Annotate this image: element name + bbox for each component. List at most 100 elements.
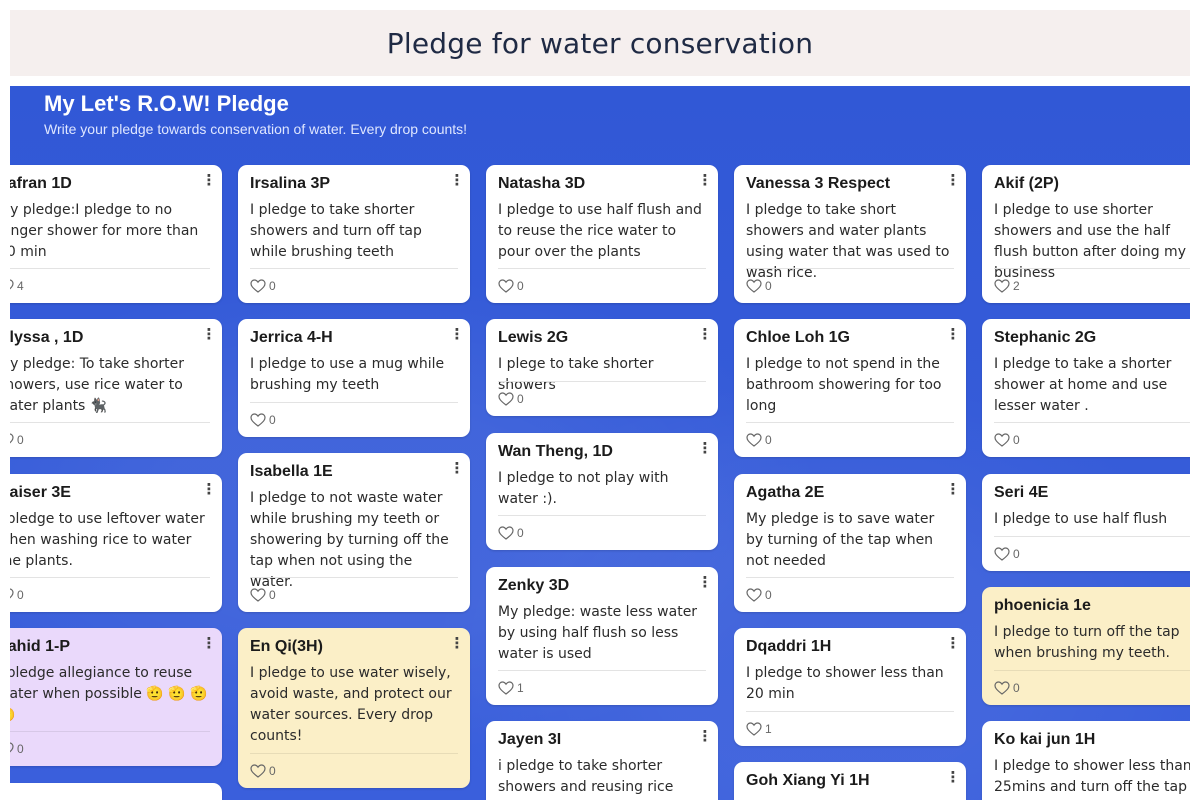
heart-icon[interactable] <box>994 279 1010 293</box>
more-options-icon[interactable]: ⋮ <box>450 325 465 343</box>
card-author: Ko kai jun 1H <box>994 731 1096 748</box>
pledge-card[interactable]: Zenky 3D ⋮ My pledge: waste less water b… <box>486 567 718 705</box>
more-options-icon[interactable]: ⋮ <box>698 325 713 343</box>
pledge-card[interactable]: Lewis 2G ⋮ I plege to take shorter showe… <box>486 319 718 416</box>
more-options-icon[interactable]: ⋮ <box>450 459 465 477</box>
more-options-icon[interactable]: ⋮ <box>698 573 713 591</box>
heart-icon[interactable] <box>498 681 514 695</box>
card-author: Agatha 2E <box>746 484 825 501</box>
pledge-card[interactable]: Zahid 1-P ⋮ I pledge allegiance to reuse… <box>10 628 222 766</box>
heart-icon[interactable] <box>746 588 762 602</box>
card-footer: 0 <box>746 577 954 612</box>
more-options-icon[interactable]: ⋮ <box>698 171 713 189</box>
card-author: Isabella 1E <box>250 463 333 480</box>
more-options-icon[interactable]: ⋮ <box>946 634 961 652</box>
pledge-card[interactable]: Goh Xiang Yi 1H ⋮ <box>734 762 966 800</box>
more-options-icon[interactable]: ⋮ <box>698 439 713 457</box>
more-options-icon[interactable]: ⋮ <box>698 727 713 745</box>
heart-icon[interactable] <box>498 526 514 540</box>
pledge-card[interactable]: Agatha 2E ⋮ My pledge is to save water b… <box>734 474 966 612</box>
card-footer: 0 <box>498 515 706 550</box>
more-options-icon[interactable]: ⋮ <box>946 768 961 786</box>
more-options-icon[interactable]: ⋮ <box>202 325 217 343</box>
heart-icon[interactable] <box>746 722 762 736</box>
heart-icon[interactable] <box>10 588 14 602</box>
heart-icon[interactable] <box>250 279 266 293</box>
card-text: My pledge: waste less water by using hal… <box>498 604 698 662</box>
card-text: I pledge to use half flush <box>994 511 1168 527</box>
heart-icon[interactable] <box>10 742 14 756</box>
card-author: Chloe Loh 1G <box>746 329 850 346</box>
more-options-icon[interactable]: ⋮ <box>946 171 961 189</box>
more-options-icon[interactable]: ⋮ <box>450 634 465 652</box>
card-author: Wan Theng, 1D <box>498 443 613 460</box>
card-footer: 0 <box>994 670 1190 705</box>
card-text: I pledge allegiance to reuse water when … <box>10 665 208 723</box>
pledge-card[interactable]: Irsalina 3P ⋮ I pledge to take shorter s… <box>238 165 470 303</box>
more-options-icon[interactable]: ⋮ <box>202 171 217 189</box>
card-footer: 0 <box>250 268 458 303</box>
more-options-icon[interactable]: ⋮ <box>202 634 217 652</box>
heart-icon[interactable] <box>994 547 1010 561</box>
card-author: Seri 4E <box>994 484 1049 501</box>
more-options-icon[interactable]: ⋮ <box>450 171 465 189</box>
pledge-card[interactable]: Akif (2P) ⋮ I pledge to use shorter show… <box>982 165 1190 303</box>
pledge-card[interactable]: Dqaddri 1H ⋮ I pledge to shower less tha… <box>734 628 966 746</box>
pledge-card[interactable]: Natasha 3D ⋮ I pledge to use half flush … <box>486 165 718 303</box>
heart-icon[interactable] <box>994 433 1010 447</box>
heart-icon[interactable] <box>10 433 14 447</box>
pledge-card[interactable]: En Qi(3H) ⋮ I pledge to use water wisely… <box>238 628 470 788</box>
like-count: 0 <box>269 588 276 602</box>
card-author: Dqaddri 1H <box>746 638 832 655</box>
pledge-card[interactable]: Wan Theng, 1D ⋮ I pledge to not play wit… <box>486 433 718 550</box>
heart-icon[interactable] <box>10 279 14 293</box>
card-author: Jerrica 4-H <box>250 329 333 346</box>
top-banner: Pledge for water conservation <box>10 10 1190 76</box>
pledge-card[interactable]: Isabella 1E ⋮ I pledge to not waste wate… <box>238 453 470 612</box>
pledge-card[interactable]: Stephanic 2G ⋮ I pledge to take a shorte… <box>982 319 1190 457</box>
pledge-card[interactable]: Chloe Loh 1G ⋮ I pledge to not spend in … <box>734 319 966 457</box>
pledge-card[interactable]: Vanessa 3 Respect ⋮ I pledge to take sho… <box>734 165 966 303</box>
card-author: En Qi(3H) <box>250 638 323 655</box>
heart-icon[interactable] <box>746 279 762 293</box>
like-count: 0 <box>269 764 276 778</box>
card-footer: 4 <box>10 268 210 303</box>
pledge-card[interactable]: Jayen 3I ⋮ i pledge to take shorter show… <box>486 721 718 800</box>
heart-icon[interactable] <box>250 588 266 602</box>
more-options-icon[interactable]: ⋮ <box>202 480 217 498</box>
heart-icon[interactable] <box>250 764 266 778</box>
card-footer: 0 <box>746 268 954 303</box>
card-text: I pledge to not play with water :). <box>498 470 669 507</box>
more-options-icon[interactable]: ⋮ <box>946 325 961 343</box>
card-footer: 0 <box>10 731 210 766</box>
heart-icon[interactable] <box>498 392 514 406</box>
like-count: 0 <box>269 279 276 293</box>
card-footer: 1 <box>746 711 954 746</box>
pledge-card[interactable] <box>10 783 222 800</box>
card-footer: 0 <box>250 577 458 612</box>
card-footer: 0 <box>10 422 210 457</box>
pledge-card[interactable]: Zafran 1D ⋮ My pledge:I pledge to no lon… <box>10 165 222 303</box>
heart-icon[interactable] <box>498 279 514 293</box>
card-author: Alyssa , 1D <box>10 329 84 346</box>
card-author: Natasha 3D <box>498 175 586 192</box>
card-author: Vanessa 3 Respect <box>746 175 891 192</box>
pledge-card[interactable]: Ko kai jun 1H I pledge to shower less th… <box>982 721 1190 800</box>
heart-icon[interactable] <box>250 413 266 427</box>
card-author: Irsalina 3P <box>250 175 331 192</box>
card-author: Zenky 3D <box>498 577 570 594</box>
like-count: 4 <box>17 279 24 293</box>
heart-icon[interactable] <box>994 681 1010 695</box>
heart-icon[interactable] <box>746 433 762 447</box>
pledge-card[interactable]: Kaiser 3E ⋮ I pledge to use leftover wat… <box>10 474 222 612</box>
pledge-card[interactable]: Alyssa , 1D ⋮ My pledge: To take shorter… <box>10 319 222 457</box>
pledge-card[interactable]: Jerrica 4-H ⋮ I pledge to use a mug whil… <box>238 319 470 437</box>
pledge-card[interactable]: Seri 4E ⋮ I pledge to use half flush 0 <box>982 474 1190 571</box>
card-text: I pledge to use leftover water when wash… <box>10 511 205 569</box>
card-footer: 0 <box>746 422 954 457</box>
more-options-icon[interactable]: ⋮ <box>946 480 961 498</box>
pledge-card[interactable]: phoenicia 1e I pledge to turn off the ta… <box>982 587 1190 705</box>
card-text: My pledge:I pledge to no longer shower f… <box>10 202 199 260</box>
card-text: i pledge to take shorter showers and reu… <box>498 758 674 795</box>
card-author: Stephanic 2G <box>994 329 1097 346</box>
